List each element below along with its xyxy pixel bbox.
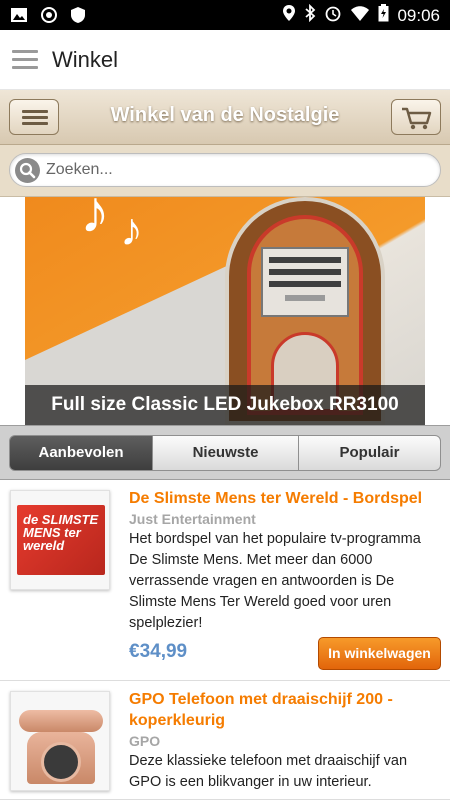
product-item[interactable]: GPO Telefoon met draaischijf 200 - koper… <box>0 681 450 800</box>
product-description: Het bordspel van het populaire tv-progra… <box>129 531 421 631</box>
banner-caption: Full size Classic LED Jukebox RR3100 <box>25 385 425 425</box>
featured-banner[interactable]: ♪ ♪ Full size Classic LED Jukebox RR3100 <box>25 197 425 425</box>
product-image <box>10 691 110 791</box>
tab-nieuwste[interactable]: Nieuwste <box>152 435 299 471</box>
image-icon <box>10 6 28 29</box>
product-price: €34,99 <box>129 641 188 662</box>
bluetooth-icon <box>304 3 316 27</box>
product-description: Deze klassieke telefoon met draaischijf … <box>129 753 408 790</box>
shop-header: Winkel van de Nostalgie <box>0 90 450 145</box>
menu-button[interactable] <box>9 99 59 135</box>
alarm-icon <box>324 4 342 27</box>
product-title[interactable]: De Slimste Mens ter Wereld - Bordspel <box>129 488 441 509</box>
search-icon <box>15 158 40 183</box>
product-image: de SLIMSTE MENS ter wereld <box>10 490 110 590</box>
product-brand: GPO <box>129 733 161 749</box>
clock-time: 09:06 <box>397 5 440 25</box>
cart-button[interactable] <box>391 99 441 135</box>
music-note-icon: ♪ <box>80 197 110 245</box>
tab-populair[interactable]: Populair <box>298 435 441 471</box>
shop-title: Winkel van de Nostalgie <box>110 104 340 126</box>
status-bar: 09:06 <box>0 0 450 30</box>
app-bar-title: Winkel <box>52 47 119 72</box>
search-box[interactable] <box>9 153 441 187</box>
cart-icon <box>402 107 432 130</box>
search-bar-area <box>0 145 450 197</box>
app-bar: Winkel <box>0 30 450 90</box>
tab-aanbevolen[interactable]: Aanbevolen <box>9 435 153 471</box>
search-input[interactable] <box>46 158 426 182</box>
battery-icon <box>378 4 389 27</box>
location-icon <box>282 4 296 27</box>
music-note-icon: ♪ <box>120 203 143 255</box>
product-brand: Just Entertainment <box>129 511 256 527</box>
record-icon <box>40 6 58 29</box>
navigation-drawer-icon[interactable] <box>12 50 38 74</box>
wifi-icon <box>350 4 370 27</box>
product-item[interactable]: de SLIMSTE MENS ter wereld De Slimste Me… <box>0 480 450 681</box>
product-tabs: Aanbevolen Nieuwste Populair <box>0 425 450 480</box>
product-title[interactable]: GPO Telefoon met draaischijf 200 - koper… <box>129 689 441 731</box>
add-to-cart-button[interactable]: In winkelwagen <box>318 637 441 670</box>
shield-icon <box>70 6 86 29</box>
